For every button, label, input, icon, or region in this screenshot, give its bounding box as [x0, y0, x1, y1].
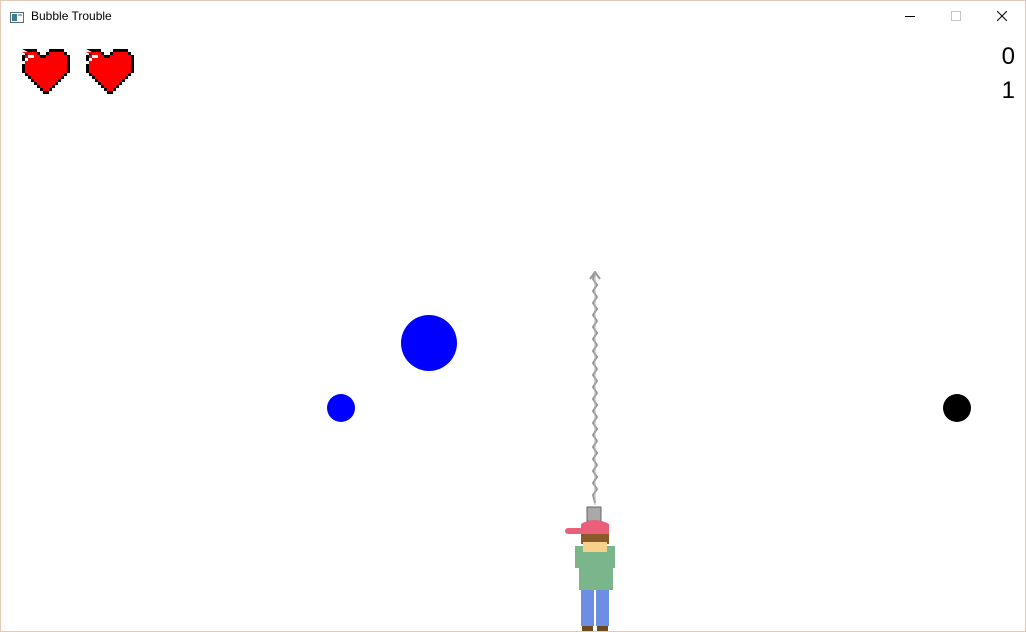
harpoon-rope	[589, 271, 601, 505]
window-app-icon	[10, 10, 24, 23]
minimize-button[interactable]	[887, 1, 933, 31]
minimize-icon	[905, 11, 915, 21]
player-character	[565, 506, 615, 631]
score-top: 0	[1001, 43, 1015, 70]
game-area[interactable]: 0 1	[1, 31, 1025, 631]
game-window: Bubble Trouble 0 1	[0, 0, 1026, 632]
small-blue-bubble	[327, 394, 355, 422]
title-bar[interactable]: Bubble Trouble	[1, 1, 1025, 31]
large-blue-bubble	[401, 315, 457, 371]
close-icon	[997, 11, 1007, 21]
window-title: Bubble Trouble	[31, 9, 112, 23]
small-black-bubble	[943, 394, 971, 422]
heart-icon	[16, 49, 70, 97]
maximize-button[interactable]	[933, 1, 979, 31]
heart-icon	[80, 49, 134, 97]
score-bottom: 1	[1001, 77, 1015, 104]
close-button[interactable]	[979, 1, 1025, 31]
maximize-icon	[951, 11, 961, 21]
